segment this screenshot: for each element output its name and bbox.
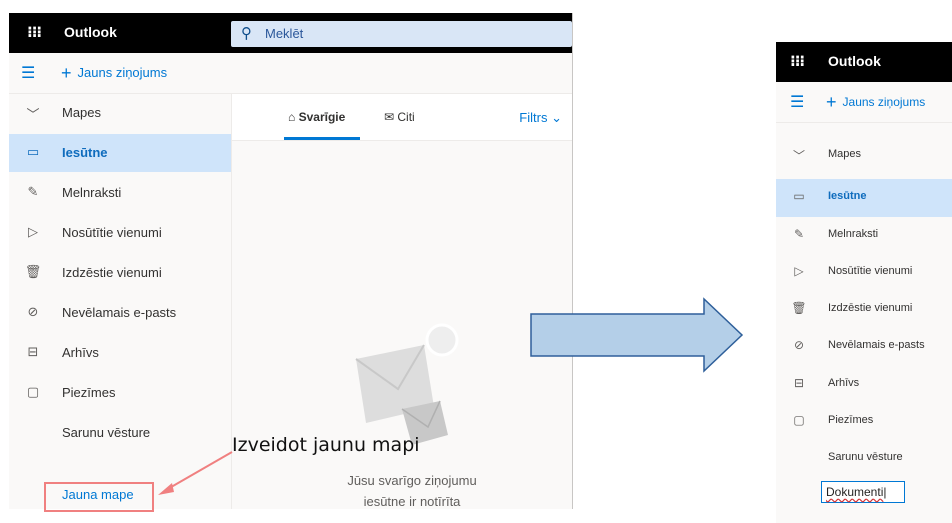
hamburger-menu-icon[interactable]: ☰ [21, 63, 35, 83]
command-bar: ☰ + Jauns ziņojums [776, 82, 952, 123]
chevron-down-icon: ﹀ [26, 107, 40, 122]
folder-label: Arhīvs [828, 377, 860, 389]
folder-item-sent[interactable]: ▷ Nosūtītie vienumi [9, 214, 231, 252]
chevron-down-icon: ﹀ [792, 149, 805, 163]
folder-label: Piezīmes [62, 385, 116, 400]
folder-label: Melnraksti [62, 185, 122, 200]
note-icon: ▢ [26, 384, 40, 399]
note-icon: ▢ [793, 413, 805, 427]
folder-item-deleted[interactable]: 🗑 Izdzēstie vienumi [9, 254, 231, 292]
pencil-icon: ✎ [793, 227, 805, 241]
inbox-icon: ▭ [793, 189, 805, 203]
folder-item-drafts[interactable]: ✎ Melnraksti [776, 217, 952, 255]
filter-button[interactable]: Filtrs ⌄ [519, 110, 562, 126]
new-folder-name-value: Dokumenti [826, 485, 884, 499]
top-bar: ⁝⁝⁝ Outlook ⚲ Meklēt [9, 13, 572, 53]
plus-icon: + [61, 63, 72, 83]
folder-item-drafts[interactable]: ✎ Melnraksti [9, 174, 231, 212]
callout-arrow [158, 451, 233, 495]
folder-label: Nosūtītie vienumi [62, 225, 162, 240]
top-bar: ⁝⁝⁝ Outlook [776, 42, 952, 82]
app-launcher-icon[interactable]: ⁝⁝⁝ [790, 52, 810, 72]
folder-item-notes[interactable]: ▢ Piezīmes [9, 374, 231, 412]
new-message-label: Jauns ziņojums [842, 95, 926, 109]
folder-label: Izdzēstie vienumi [62, 265, 162, 280]
folder-label: Piezīmes [828, 414, 874, 426]
app-title: Outlook [828, 53, 881, 69]
send-icon: ▷ [794, 264, 804, 278]
folders-label: Mapes [62, 105, 102, 120]
archive-icon: ⊟ [793, 376, 805, 390]
callout-label: Izveidot jaunu mapi [232, 434, 420, 456]
folder-item-notes[interactable]: ▢ Piezīmes [776, 403, 952, 441]
new-message-button[interactable]: + Jauns ziņojums [61, 63, 167, 84]
new-folder-link[interactable]: Jauna mape [62, 487, 134, 502]
block-icon: ⊘ [27, 304, 39, 319]
folder-item-sent[interactable]: ▷ Nosūtītie vienumi [776, 254, 952, 292]
plus-icon: + [826, 92, 837, 112]
search-icon: ⚲ [241, 25, 252, 42]
pencil-icon: ✎ [27, 184, 39, 199]
new-folder-name-input[interactable]: Dokumenti| [821, 481, 905, 503]
folder-label: Sarunu vēsture [62, 425, 151, 440]
folders-header[interactable]: ﹀ Mapes [776, 137, 952, 175]
new-message-label: Jauns ziņojums [77, 65, 168, 80]
send-icon: ▷ [28, 224, 38, 239]
search-placeholder: Meklēt [265, 26, 304, 41]
trash-icon: 🗑 [791, 301, 807, 315]
archive-icon: ⊟ [27, 344, 39, 359]
right-screenshot: ⁝⁝⁝ Outlook ☰ + Jauns ziņojums ﹀ Mapes ▭ … [776, 42, 952, 523]
message-tabs: ⌂ Svarīgie ✉ Citi Filtrs ⌄ [232, 94, 572, 141]
block-icon: ⊘ [793, 338, 805, 352]
folder-label: Nosūtītie vienumi [828, 265, 913, 277]
trash-icon: 🗑 [24, 264, 42, 279]
other-tab-icon: ✉ [384, 110, 398, 124]
folder-item-archive[interactable]: ⊟ Arhīvs [9, 334, 231, 372]
folder-item-junk[interactable]: ⊘ Nevēlamais e-pasts [9, 294, 231, 332]
folders-header[interactable]: ﹀ Mapes [9, 94, 231, 132]
folder-label: Arhīvs [62, 345, 99, 360]
chevron-down-icon: ⌄ [551, 110, 562, 125]
folder-label: Melnraksti [828, 228, 879, 240]
folder-item-archive[interactable]: ⊟ Arhīvs [776, 366, 952, 404]
folder-item-inbox[interactable]: ▭ Iesūtne [776, 179, 952, 217]
folder-label: Nevēlamais e-pasts [62, 305, 177, 320]
empty-state-message: Jūsu svarīgo ziņojumu iesūtne ir notīrīt… [347, 473, 477, 509]
app-launcher-icon[interactable]: ⁝⁝⁝ [27, 23, 47, 43]
folder-label: Izdzēstie vienumi [828, 302, 913, 314]
focused-tab-icon: ⌂ [288, 110, 299, 124]
command-bar: ☰ + Jauns ziņojums [9, 53, 572, 94]
transition-arrow [530, 297, 744, 373]
new-message-button[interactable]: + Jauns ziņojums [826, 92, 925, 113]
folder-label: Nevēlamais e-pasts [828, 339, 925, 351]
inbox-icon: ▭ [26, 144, 40, 159]
folder-item-deleted[interactable]: 🗑 Izdzēstie vienumi [776, 291, 952, 329]
folder-item-conversation-history[interactable]: Sarunu vēsture [9, 414, 231, 452]
tab-focused[interactable]: ⌂ Svarīgie [288, 110, 345, 124]
search-box[interactable]: ⚲ Meklēt [231, 21, 572, 47]
app-title: Outlook [64, 24, 117, 40]
folder-item-inbox[interactable]: ▭ Iesūtne [9, 134, 231, 172]
folder-label: Iesūtne [62, 145, 108, 160]
folder-label: Sarunu vēsture [828, 451, 903, 463]
folder-item-conversation-history[interactable]: Sarunu vēsture [776, 440, 952, 478]
folder-pane: ﹀ Mapes ▭ Iesūtne ✎ Melnraksti ▷ Nosūtīt… [776, 137, 952, 523]
folder-item-junk[interactable]: ⊘ Nevēlamais e-pasts [776, 328, 952, 366]
folder-label: Iesūtne [828, 190, 867, 202]
folder-pane: ﹀ Mapes ▭ Iesūtne ✎ Melnraksti ▷ Nosūtīt… [9, 94, 231, 509]
folders-label: Mapes [828, 148, 862, 160]
hamburger-menu-icon[interactable]: ☰ [790, 92, 804, 112]
selected-tab-indicator [284, 137, 360, 140]
tab-other[interactable]: ✉ Citi [384, 110, 415, 124]
